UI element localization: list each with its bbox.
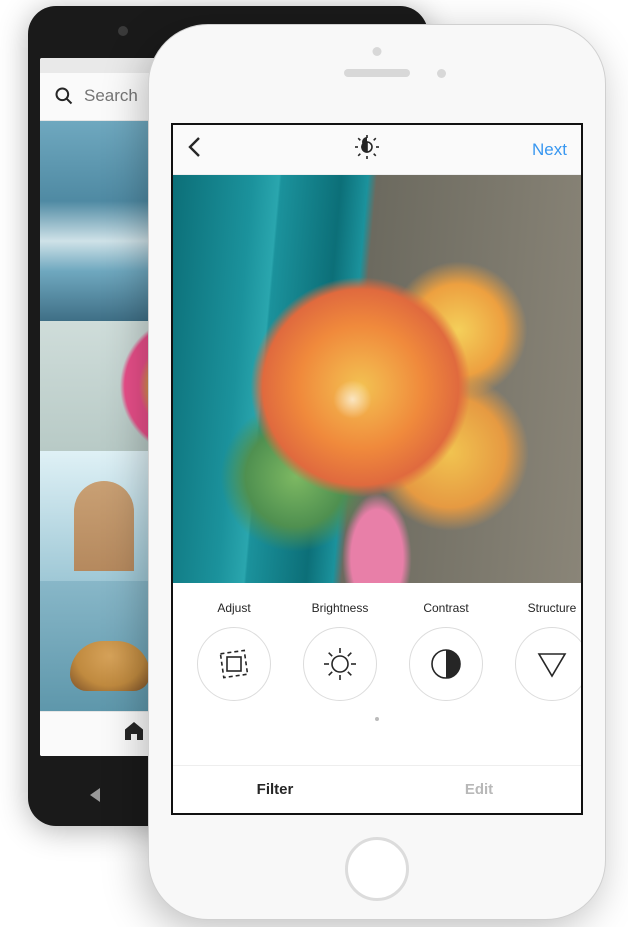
photo-preview[interactable] (173, 175, 581, 583)
proximity-sensor (373, 47, 382, 56)
front-camera-dot (437, 69, 446, 78)
lux-icon[interactable] (354, 134, 380, 165)
contrast-icon (429, 647, 463, 681)
tab-filter[interactable]: Filter (173, 766, 377, 813)
tool-label: Adjust (217, 601, 250, 615)
structure-icon (535, 647, 569, 681)
tool-adjust[interactable]: Adjust (191, 601, 277, 701)
back-button[interactable] (187, 136, 201, 163)
tool-label: Contrast (423, 601, 468, 615)
brightness-icon (321, 645, 359, 683)
search-icon (54, 86, 74, 106)
back-key-icon[interactable] (86, 786, 104, 804)
editor-header: Next (173, 125, 581, 175)
adjust-icon (217, 647, 251, 681)
front-phone-screen: Next Adjust Brightness (171, 123, 583, 815)
next-button[interactable]: Next (532, 140, 567, 160)
tool-label: Structure (528, 601, 577, 615)
front-camera-dot (118, 26, 128, 36)
editor-bottom-tabs: Filter Edit (173, 765, 581, 813)
tool-brightness[interactable]: Brightness (297, 601, 383, 701)
tool-structure[interactable]: Structure (509, 601, 581, 701)
earpiece-speaker (344, 69, 410, 77)
edit-tools-panel: Adjust Brightness (173, 583, 581, 813)
tab-edit[interactable]: Edit (377, 766, 581, 813)
home-button[interactable] (345, 837, 409, 901)
nav-home-icon[interactable] (122, 719, 146, 748)
tool-contrast[interactable]: Contrast (403, 601, 489, 701)
device-frame-front: Next Adjust Brightness (148, 24, 606, 920)
tool-label: Brightness (312, 601, 369, 615)
edit-tools-row[interactable]: Adjust Brightness (173, 601, 581, 701)
